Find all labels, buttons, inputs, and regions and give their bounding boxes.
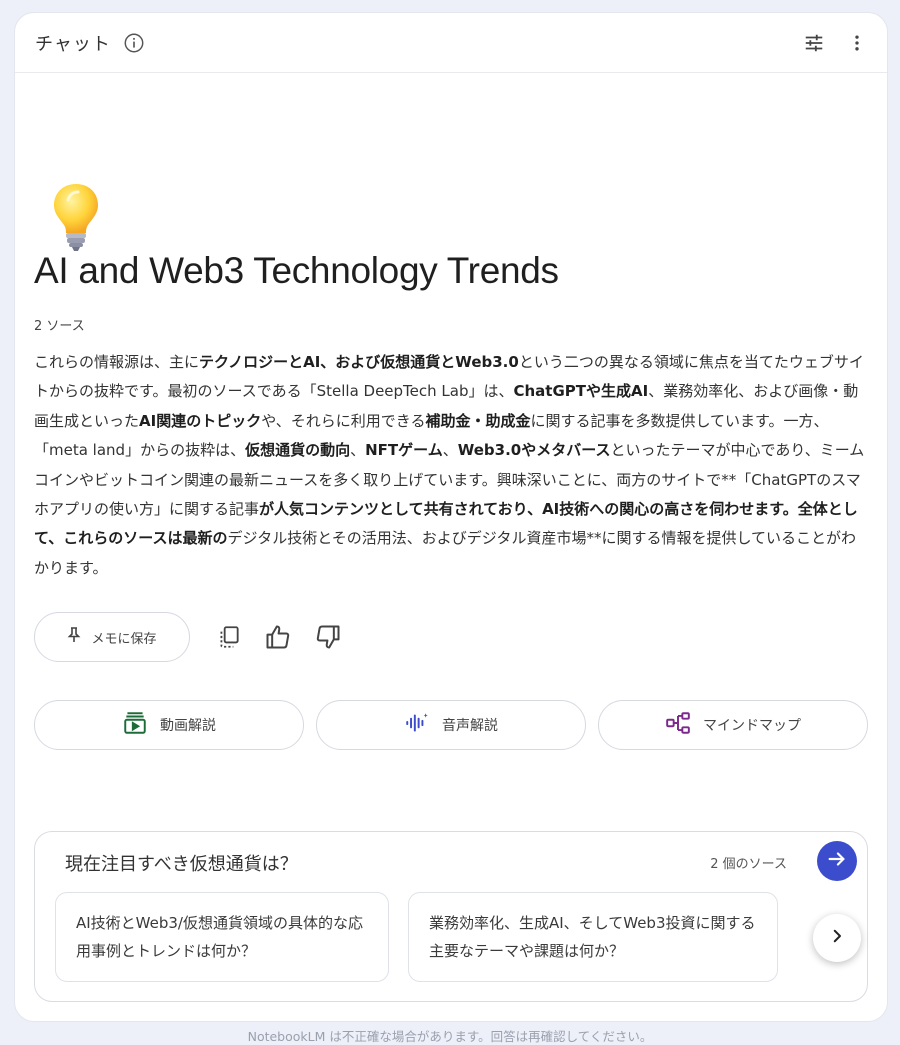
summary-bold-text: Web3.0やメタバース	[457, 441, 611, 460]
audio-overview-label: 音声解説	[442, 718, 498, 734]
chevron-right-icon	[828, 927, 846, 949]
summary-text: や、それらに利用できる	[261, 411, 426, 430]
chat-composer: 現在注目すべき仮想通貨は？ 2 個のソース AI技術とWeb3/仮想通貨領域の具…	[34, 831, 868, 1002]
copy-icon[interactable]	[216, 624, 242, 650]
disclaimer-text: NotebookLM は不正確な場合があります。回答は再確認してください。	[247, 1029, 653, 1044]
selected-sources-count: 2 個のソース	[710, 857, 787, 872]
arrow-right-icon	[826, 848, 848, 874]
save-to-note-button[interactable]: メモに保存	[34, 612, 190, 662]
summary-text: 、	[442, 441, 458, 460]
summary-bold-text: 仮想通貨の動向	[245, 441, 351, 460]
response-actions: メモに保存	[34, 612, 342, 662]
mind-map-icon	[665, 710, 691, 740]
thumb-up-icon[interactable]	[264, 623, 292, 651]
mind-map-button[interactable]: マインドマップ	[598, 700, 868, 750]
lightbulb-icon	[44, 178, 108, 258]
video-overview-label: 動画解説	[160, 718, 216, 734]
video-overview-button[interactable]: 動画解説	[34, 700, 304, 750]
summary-text: 、	[350, 441, 366, 460]
more-vert-icon[interactable]	[847, 33, 867, 53]
summary-bold-text: 補助金・助成金	[425, 411, 531, 430]
save-to-note-label: メモに保存	[91, 631, 157, 647]
suggested-question[interactable]: 業務効率化、生成AI、そしてWeb3投資に関する主要なテーマや課題は何か？	[408, 892, 778, 982]
mind-map-label: マインドマップ	[703, 718, 801, 734]
studio-actions: 動画解説 音声解説 マインドマップ	[34, 700, 868, 750]
suggested-question[interactable]: AI技術とWeb3/仮想通貨領域の具体的な応用事例とトレンドは何か？	[55, 892, 389, 982]
info-icon[interactable]	[123, 32, 145, 54]
source-count: 2 ソース	[34, 319, 85, 334]
summary-bold-text: AI関連のトピック	[139, 411, 262, 430]
audio-overview-button[interactable]: 音声解説	[316, 700, 586, 750]
send-button[interactable]	[817, 841, 857, 881]
query-input[interactable]: 現在注目すべき仮想通貨は？	[65, 850, 298, 876]
pin-icon	[67, 627, 81, 647]
summary-text: これらの情報源は、主に	[34, 353, 200, 371]
summary-bold-text: テクノロジーとAI、および仮想通貨とWeb3.0	[199, 353, 519, 371]
audio-overview-icon	[404, 710, 430, 740]
tune-icon[interactable]	[803, 32, 825, 54]
summary-bold-text: NFTゲーム	[365, 441, 443, 460]
summary-bold-text: ChatGPTや生成AI	[513, 382, 649, 401]
chat-header: チャット	[15, 13, 887, 73]
notebook-title: AI and Web3 Technology Trends	[34, 250, 559, 291]
video-overview-icon	[122, 710, 148, 740]
next-suggestions-button[interactable]	[813, 914, 861, 962]
thumb-down-icon[interactable]	[314, 623, 342, 651]
notebook-summary: これらの情報源は、主にテクノロジーとAI、および仮想通貨とWeb3.0という二つ…	[34, 348, 870, 583]
chat-title: チャット	[35, 33, 111, 55]
